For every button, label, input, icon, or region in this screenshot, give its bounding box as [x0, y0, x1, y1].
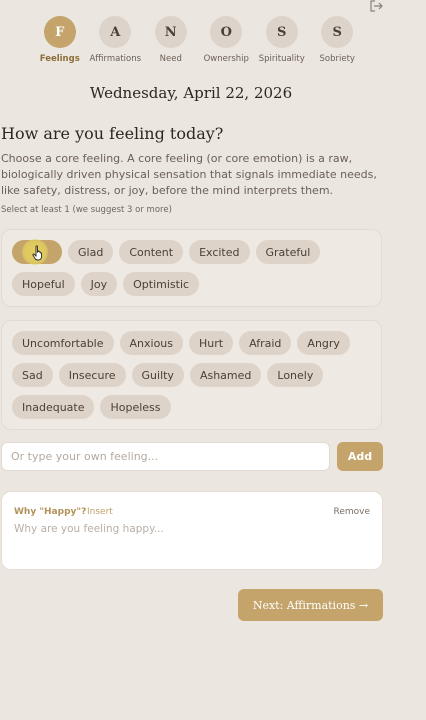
step-label: Spirituality [258, 54, 305, 64]
step-feelings[interactable]: F Feelings [32, 16, 88, 64]
feeling-chip-glad[interactable]: Glad [68, 240, 114, 264]
step-spirituality[interactable]: S Spirituality [254, 16, 310, 64]
feeling-chip-hopeful[interactable]: Hopeful [12, 272, 75, 296]
positive-feelings-panel: Glad Content Excited Grateful Hopeful Joy Opti… [1, 229, 382, 307]
step-circle: F [43, 16, 76, 48]
next-affirmations-button[interactable]: Next: Affirmations → [238, 589, 383, 621]
feeling-chip-hurt[interactable]: Hurt [189, 331, 234, 355]
why-card-title: Why "Happy"? [14, 507, 87, 517]
description-text: Choose a core feeling. A core feeling (o… [1, 152, 377, 197]
feeling-chip-insecure[interactable]: Insecure [58, 363, 126, 387]
step-circle: O [210, 16, 243, 48]
feeling-chip-joy[interactable]: Joy [80, 272, 118, 296]
step-affirmations[interactable]: A Affirmations [88, 16, 144, 64]
feeling-chip-afraid[interactable]: Afraid [239, 331, 292, 355]
why-reason-input[interactable] [14, 523, 370, 561]
step-circle: N [154, 16, 187, 48]
feeling-chip-grateful[interactable]: Grateful [255, 240, 321, 264]
date-heading: Wednesday, April 22, 2026 [89, 84, 293, 102]
feeling-chip-excited[interactable]: Excited [189, 240, 250, 264]
progress-steps: F Feelings A Affirmations N Need O Ownership S Sp… [32, 16, 365, 64]
feeling-chip-hopeless[interactable]: Hopeless [100, 395, 171, 419]
insert-link[interactable]: Insert [87, 507, 113, 517]
feeling-chip-happy[interactable] [12, 239, 62, 265]
step-label: Sobriety [319, 54, 355, 64]
remove-link[interactable]: Remove [333, 507, 370, 517]
custom-feeling-input[interactable] [1, 442, 330, 471]
step-label: Need [159, 54, 182, 64]
step-label: Ownership [203, 54, 249, 64]
step-circle: A [99, 16, 132, 48]
exit-icon[interactable] [369, 0, 383, 12]
feeling-chip-uncomfortable[interactable]: Uncomfortable [12, 331, 114, 355]
step-circle: S [265, 16, 298, 48]
cursor-overlay [22, 239, 52, 265]
feeling-chip-optimistic[interactable]: Optimistic [123, 272, 200, 296]
selection-hint: Select at least 1 (we suggest 3 or more) [1, 205, 172, 215]
step-label: Feelings [39, 54, 80, 64]
step-sobriety[interactable]: S Sobriety [310, 16, 366, 64]
add-feeling-button[interactable]: Add [337, 442, 383, 471]
feeling-chip-angry[interactable]: Angry [297, 331, 350, 355]
step-label: Affirmations [89, 54, 142, 64]
step-ownership[interactable]: O Ownership [199, 16, 255, 64]
negative-feelings-panel: Uncomfortable Anxious Hurt Afraid Angry Sad In… [1, 320, 382, 430]
feeling-chip-content[interactable]: Content [119, 240, 184, 264]
feeling-chip-lonely[interactable]: Lonely [267, 363, 324, 387]
feeling-chip-anxious[interactable]: Anxious [119, 331, 184, 355]
feeling-chip-inadequate[interactable]: Inadequate [12, 395, 95, 419]
step-need[interactable]: N Need [143, 16, 199, 64]
page-title: How are you feeling today? [1, 124, 224, 143]
hand-pointer-icon [32, 245, 43, 261]
feeling-chip-sad[interactable]: Sad [12, 363, 53, 387]
feeling-chip-ashamed[interactable]: Ashamed [189, 363, 262, 387]
step-circle: S [321, 16, 354, 48]
why-card: Why "Happy"? Insert Remove [1, 491, 383, 570]
feeling-chip-guilty[interactable]: Guilty [131, 363, 184, 387]
